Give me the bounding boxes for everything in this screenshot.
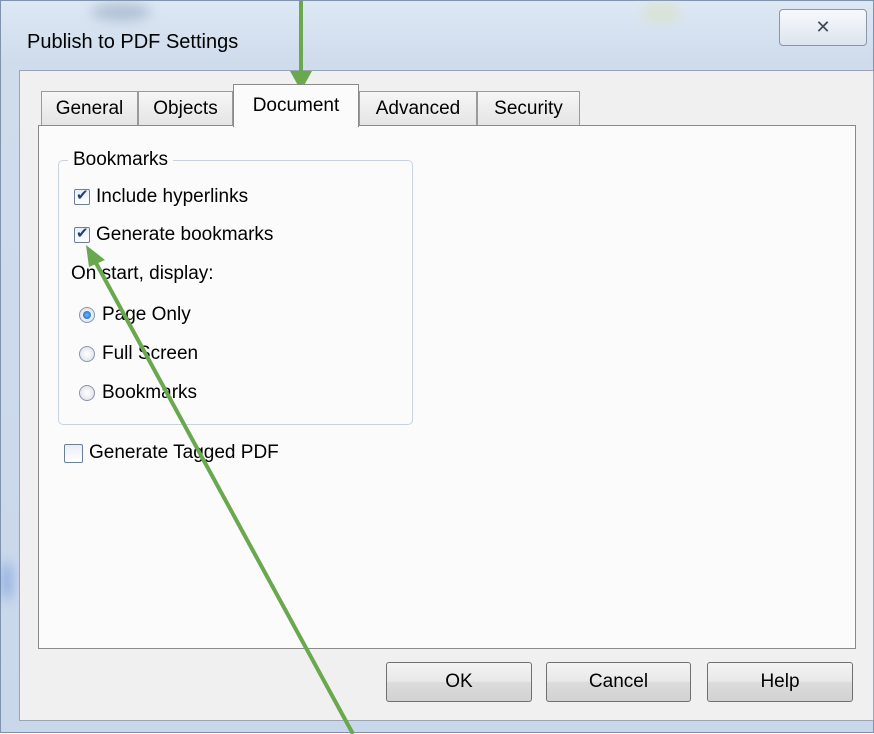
include-hyperlinks-label: Include hyperlinks: [96, 186, 249, 207]
radio-full-screen-row[interactable]: Full Screen: [79, 343, 198, 365]
radio-page-only-row[interactable]: Page Only: [79, 304, 191, 326]
window-title: Publish to PDF Settings: [27, 31, 239, 53]
background-blur: [641, 5, 681, 21]
generate-tagged-pdf-checkbox[interactable]: [64, 443, 83, 463]
tab-security[interactable]: Security: [477, 91, 580, 126]
radio-page-only[interactable]: [79, 307, 95, 323]
radio-bookmarks-label: Bookmarks: [102, 382, 198, 403]
tab-advanced[interactable]: Advanced: [359, 91, 477, 126]
on-start-display-label: On start, display:: [71, 263, 214, 284]
generate-bookmarks-row[interactable]: Generate bookmarks: [74, 224, 273, 246]
close-icon: ✕: [815, 17, 831, 37]
generate-tagged-pdf-row[interactable]: Generate Tagged PDF: [64, 442, 279, 464]
background-blur: [91, 3, 151, 21]
help-button[interactable]: Help: [707, 662, 853, 702]
tab-objects[interactable]: Objects: [138, 91, 233, 126]
radio-full-screen-label: Full Screen: [102, 343, 199, 364]
close-button[interactable]: ✕: [779, 9, 867, 46]
generate-bookmarks-checkbox[interactable]: [74, 224, 90, 243]
tab-document[interactable]: Document: [233, 84, 359, 127]
include-hyperlinks-row[interactable]: Include hyperlinks: [74, 186, 248, 208]
ok-button[interactable]: OK: [386, 662, 532, 702]
background-blur: [3, 561, 11, 601]
bookmarks-group-label: Bookmarks: [68, 149, 174, 171]
radio-page-only-label: Page Only: [102, 304, 191, 325]
cancel-button[interactable]: Cancel: [546, 662, 691, 702]
generate-tagged-pdf-label: Generate Tagged PDF: [89, 442, 279, 463]
radio-bookmarks-row[interactable]: Bookmarks: [79, 382, 197, 404]
dialog-window: Publish to PDF Settings ✕ General Object…: [0, 0, 874, 734]
radio-bookmarks[interactable]: [79, 385, 95, 401]
include-hyperlinks-checkbox[interactable]: [74, 186, 90, 205]
generate-bookmarks-label: Generate bookmarks: [96, 224, 274, 245]
tab-general[interactable]: General: [41, 91, 138, 126]
radio-full-screen[interactable]: [79, 346, 95, 362]
